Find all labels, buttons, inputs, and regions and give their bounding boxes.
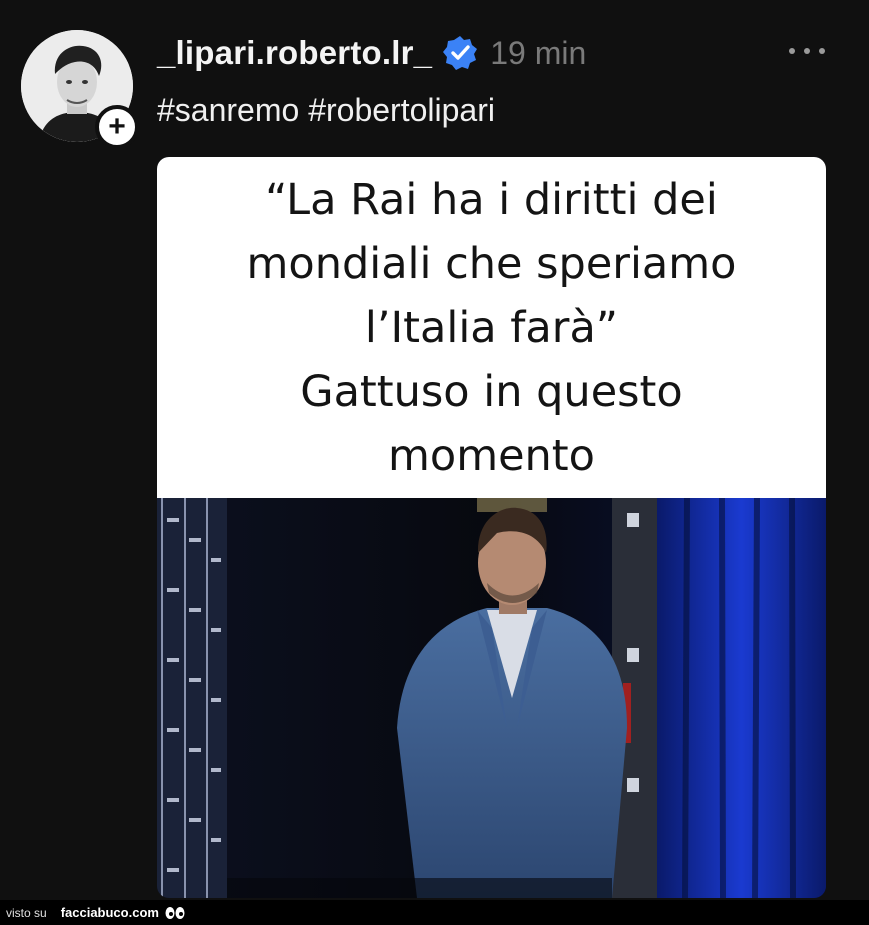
meme-caption-box: “La Rai ha i diritti dei mondiali che sp… <box>157 157 826 498</box>
meme-line: Gattuso in questo <box>300 366 683 417</box>
stage-photo <box>157 498 826 898</box>
meme-line: l’Italia farà” <box>364 302 619 353</box>
post-media[interactable]: “La Rai ha i diritti dei mondiali che sp… <box>157 157 826 898</box>
meme-caption: “La Rai ha i diritti dei mondiali che sp… <box>247 168 737 488</box>
follow-plus-icon[interactable]: + <box>95 105 139 149</box>
more-options-icon[interactable] <box>789 38 825 64</box>
meme-line: mondiali che speriamo <box>246 238 737 289</box>
watermark-footer: visto su facciabuco.com <box>0 900 869 925</box>
post-header: _lipari.roberto.lr_ 19 min <box>157 30 586 76</box>
meme-line: momento <box>388 430 595 481</box>
post-time: 19 min <box>490 34 587 71</box>
threads-post: + _lipari.roberto.lr_ 19 min #sanremo #r… <box>0 0 869 903</box>
username-link[interactable]: _lipari.roberto.lr_ <box>157 34 432 72</box>
meme-line: “La Rai ha i diritti dei <box>265 174 718 225</box>
verified-badge-icon <box>443 36 478 70</box>
eyes-icon <box>165 906 185 919</box>
post-caption: #sanremo #robertolipari <box>157 92 495 128</box>
watermark-brand[interactable]: facciabuco.com <box>61 905 159 920</box>
watermark-label: visto su <box>6 905 47 920</box>
